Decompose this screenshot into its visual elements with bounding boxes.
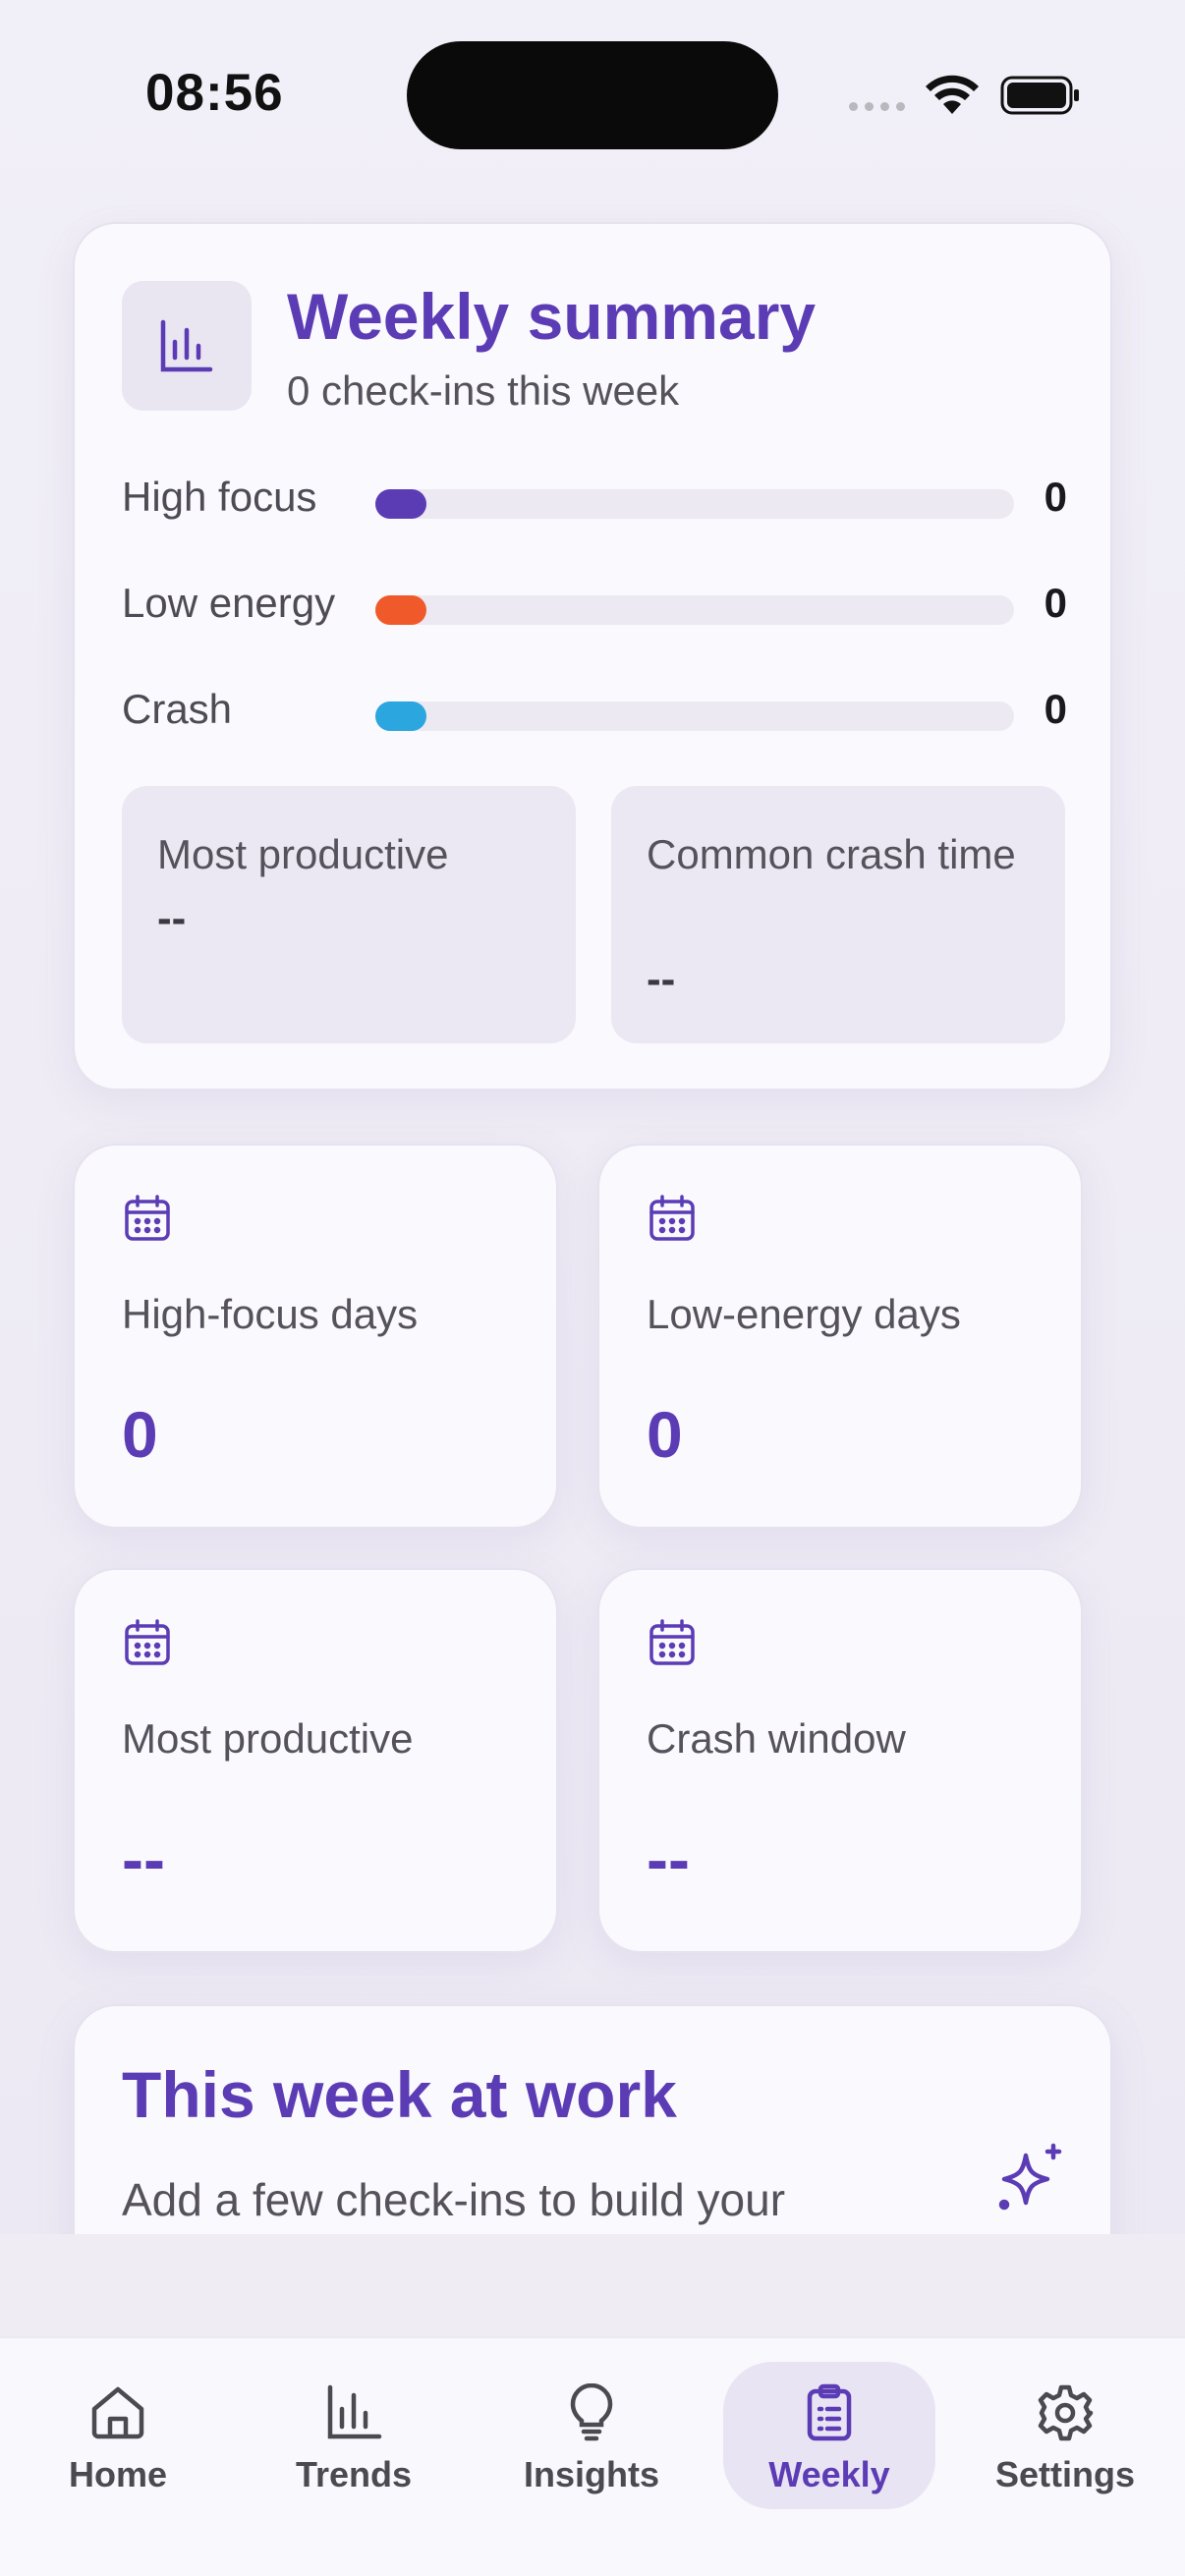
home-icon bbox=[91, 2386, 144, 2439]
nav-item-settings[interactable]: Settings bbox=[959, 2362, 1171, 2509]
stat-label: Low-energy days bbox=[647, 1291, 961, 1337]
bar-value: 0 bbox=[1044, 580, 1067, 626]
scroll-content[interactable]: Weekly summary 0 check-ins this week Hig… bbox=[0, 0, 1185, 2234]
nav-label: Weekly bbox=[768, 2454, 890, 2494]
most-productive-box: Most productive -- bbox=[122, 786, 576, 1043]
sparkle-icon bbox=[998, 2143, 1062, 2211]
summary-subtitle: 0 check-ins this week bbox=[287, 367, 680, 414]
nav-item-trends[interactable]: Trends bbox=[248, 2362, 460, 2509]
most-productive-value: -- bbox=[157, 894, 187, 942]
bar-chart-icon bbox=[160, 319, 213, 372]
calendar-icon bbox=[125, 1619, 170, 1665]
nav-gap bbox=[0, 2234, 1185, 2336]
bar-value: 0 bbox=[1044, 686, 1067, 732]
bar-fill bbox=[375, 489, 426, 519]
nav-item-insights[interactable]: Insights bbox=[485, 2362, 698, 2509]
nav-label: Settings bbox=[994, 2454, 1135, 2494]
common-crash-box: Common crash time -- bbox=[611, 786, 1065, 1043]
calendar-icon bbox=[649, 1619, 695, 1665]
gear-icon bbox=[1038, 2384, 1094, 2441]
bar-fill bbox=[375, 701, 426, 731]
bar-row-low-energy: Low energy 0 bbox=[122, 576, 1067, 635]
most-productive-label: Most productive bbox=[157, 831, 449, 877]
lightbulb-icon bbox=[570, 2383, 613, 2441]
work-text: Add a few check-ins to build your bbox=[122, 2174, 786, 2225]
bar-fill bbox=[375, 595, 426, 625]
stat-card-low-energy-days[interactable]: Low-energy days 0 bbox=[597, 1144, 1083, 1529]
bar-chart-icon bbox=[327, 2384, 382, 2439]
weekly-summary-card: Weekly summary 0 check-ins this week Hig… bbox=[73, 222, 1112, 1091]
bar-value: 0 bbox=[1044, 474, 1067, 520]
nav-item-home[interactable]: Home bbox=[12, 2362, 224, 2509]
stat-label: High-focus days bbox=[122, 1291, 419, 1337]
stat-card-most-productive[interactable]: Most productive -- bbox=[73, 1568, 558, 1953]
summary-icon-box bbox=[122, 281, 252, 411]
bar-track bbox=[375, 595, 1014, 625]
bar-label: Low energy bbox=[122, 580, 336, 626]
clipboard-icon bbox=[807, 2383, 852, 2441]
stat-value: -- bbox=[647, 1822, 690, 1895]
bar-row-crash: Crash 0 bbox=[122, 682, 1067, 741]
nav-label: Insights bbox=[523, 2454, 659, 2494]
stat-card-crash-window[interactable]: Crash window -- bbox=[597, 1568, 1083, 1953]
this-week-at-work-card[interactable]: This week at work Add a few check-ins to… bbox=[73, 2004, 1112, 2234]
nav-label: Home bbox=[68, 2454, 168, 2494]
stat-label: Crash window bbox=[647, 1715, 906, 1762]
bar-label: High focus bbox=[122, 474, 317, 520]
calendar-icon bbox=[125, 1195, 170, 1241]
nav-label: Trends bbox=[295, 2454, 413, 2494]
bar-track bbox=[375, 489, 1014, 519]
stat-value: -- bbox=[122, 1822, 165, 1895]
stat-value: 0 bbox=[122, 1398, 158, 1471]
app-screen: 08:56 Weekly summary 0 check-ins this we… bbox=[0, 0, 1185, 2576]
summary-title: Weekly summary bbox=[287, 280, 817, 353]
common-crash-label: Common crash time bbox=[647, 831, 1016, 877]
bar-label: Crash bbox=[122, 686, 233, 732]
bar-row-high-focus: High focus 0 bbox=[122, 470, 1067, 529]
bottom-nav: Home Trends Insights Weekly Settings bbox=[0, 2336, 1185, 2576]
nav-item-weekly[interactable]: Weekly bbox=[723, 2362, 935, 2509]
work-title: This week at work bbox=[122, 2058, 677, 2131]
calendar-icon bbox=[649, 1195, 695, 1241]
stat-label: Most productive bbox=[122, 1715, 414, 1762]
bar-track bbox=[375, 701, 1014, 731]
stat-card-high-focus-days[interactable]: High-focus days 0 bbox=[73, 1144, 558, 1529]
common-crash-value: -- bbox=[647, 955, 676, 1003]
stat-value: 0 bbox=[647, 1398, 683, 1471]
